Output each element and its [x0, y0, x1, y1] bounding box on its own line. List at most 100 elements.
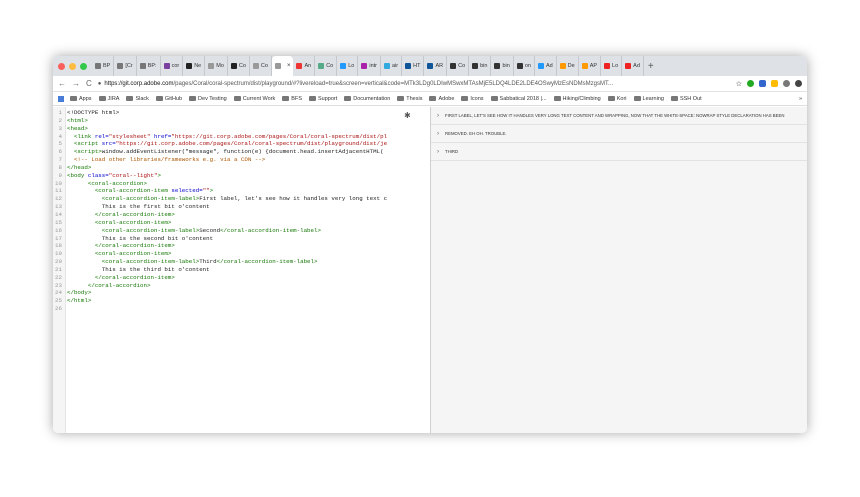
folder-icon	[461, 96, 469, 101]
tab-label: Co	[238, 63, 246, 69]
tab-19[interactable]: on	[514, 56, 535, 76]
reload-icon[interactable]: C	[86, 79, 92, 88]
bookmark-label: Support	[318, 95, 338, 102]
bookmark-item[interactable]: Support	[309, 96, 337, 102]
address-bar[interactable]: ● https://git.corp.adobe.com/pages/Coral…	[98, 78, 730, 90]
tab-10[interactable]: Co	[315, 56, 338, 76]
bookmark-item[interactable]: Sabbatical 2018 |...	[490, 95, 547, 102]
code-token: <coral-accordion-item>	[67, 250, 172, 258]
extension-icon-blue[interactable]	[759, 80, 766, 87]
code-line: 21 This is the third bit o'content	[53, 266, 387, 274]
bookmark-label: Current Work	[242, 95, 276, 102]
bookmark-item[interactable]: BFS	[282, 96, 302, 102]
tab-18[interactable]: bin	[491, 56, 514, 76]
tab-24[interactable]: Ad	[622, 56, 644, 76]
tab-2[interactable]: BP:	[137, 56, 161, 76]
tab-9[interactable]: An	[293, 56, 316, 76]
accordion-item[interactable]: › THIRD	[431, 143, 807, 161]
star-icon[interactable]: ☆	[736, 80, 742, 88]
bookmark-label: Sabbatical 2018 |...	[499, 95, 547, 102]
bookmark-item[interactable]: Icons	[461, 96, 484, 102]
tab-23[interactable]: Lo	[601, 56, 623, 76]
code-line: 16 <coral-accordion-item-label>Second</c…	[53, 227, 387, 235]
code-line: 14 </coral-accordion-item>	[53, 211, 387, 219]
code-text: </coral-accordion-item>	[64, 211, 175, 219]
profile-avatar[interactable]	[795, 80, 802, 87]
close-tab-icon[interactable]: ×	[287, 63, 291, 69]
new-tab-button[interactable]: +	[644, 61, 658, 72]
gear-icon[interactable]: ✱	[404, 111, 411, 120]
tab-22[interactable]: AP	[579, 56, 602, 76]
bookmark-item[interactable]: Slack	[126, 96, 149, 102]
tab-4[interactable]: Ne	[183, 56, 206, 76]
bookmark-item[interactable]: Thesis	[397, 96, 422, 102]
chevron-right-icon: ›	[437, 130, 439, 137]
bookmark-label: Adobe	[438, 95, 455, 102]
bookmark-item[interactable]: JIRA	[98, 96, 119, 102]
line-number: 4	[58, 132, 62, 140]
tab-11[interactable]: Lo	[337, 56, 359, 76]
bookmark-item[interactable]: Learning	[633, 96, 664, 102]
line-number: 17	[55, 234, 62, 242]
folder-icon	[397, 96, 405, 101]
tab-5[interactable]: Mo	[205, 56, 228, 76]
tab-14[interactable]: HT	[402, 56, 425, 76]
apps-grid-icon[interactable]	[58, 95, 64, 102]
code-text: This is the first bit o'content	[64, 203, 210, 211]
bookmark-item[interactable]: Hiking/Climbing	[553, 96, 601, 102]
code-token: "stylesheet"	[108, 132, 154, 140]
maximize-window-button[interactable]	[80, 62, 87, 70]
code-editor[interactable]: 1 <!DOCTYPE html> 2 <html> 3 <head> 4 <link re…	[53, 107, 431, 433]
code-line: 13 This is the first bit o'content	[53, 203, 387, 211]
code-token: <!DOCTYPE html>	[67, 109, 120, 116]
folder-icon	[633, 96, 641, 101]
tab-16[interactable]: Co	[447, 56, 470, 76]
code-token: </coral-accordion>	[67, 281, 151, 289]
forward-icon[interactable]: →	[72, 79, 80, 88]
tab-label: cor	[171, 63, 180, 69]
tab-7[interactable]: Co	[250, 56, 272, 76]
tab-1[interactable]: [Cr	[114, 56, 137, 76]
favicon-icon	[383, 63, 390, 69]
back-icon[interactable]: ←	[58, 79, 66, 88]
tab-17[interactable]: bin	[469, 56, 492, 76]
code-text: </coral-accordion-item>	[64, 274, 175, 282]
folder-icon	[189, 96, 197, 101]
tab-6[interactable]: Co	[228, 56, 250, 76]
favicon-icon	[340, 63, 347, 69]
tab-15[interactable]: AR	[424, 56, 448, 76]
bookmark-label: GitHub	[164, 95, 183, 102]
code-line: 26	[53, 305, 387, 313]
accordion-item[interactable]: › FIRST LABEL, LET'S SEE HOW IT HANDLES V…	[431, 107, 807, 125]
code-line: 10 <coral-accordion>	[53, 180, 387, 188]
tab-3[interactable]: cor	[161, 56, 184, 76]
bookmark-item[interactable]: Adobe	[429, 96, 454, 102]
bookmark-item[interactable]: Documentation	[344, 96, 390, 102]
tab-12[interactable]: intr	[358, 56, 381, 76]
accordion-item[interactable]: › REMOVED. EH OH. TROUBLE.	[431, 125, 807, 143]
code-line: 5 <script src="https://git.corp.adobe.co…	[53, 140, 388, 148]
bookmark-item[interactable]: Current Work	[233, 95, 276, 102]
code-token: <html>	[67, 116, 88, 124]
line-number: 11	[55, 187, 62, 195]
tab-13[interactable]: air	[381, 56, 403, 76]
close-window-button[interactable]	[58, 62, 65, 70]
extension-icon-green[interactable]	[747, 80, 754, 87]
bookmark-item[interactable]: Kori	[607, 96, 627, 102]
extension-icon-gray[interactable]	[783, 80, 790, 87]
tab-8[interactable]: ×	[271, 56, 294, 76]
minimize-window-button[interactable]	[69, 62, 76, 70]
extension-icon-drive[interactable]	[771, 80, 778, 87]
bookmark-item[interactable]: SSH Out	[670, 96, 702, 102]
bookmark-item[interactable]: GitHub	[155, 95, 183, 102]
tab-0[interactable]: BP	[92, 56, 115, 76]
tab-21[interactable]: De	[557, 56, 579, 76]
bookmark-item[interactable]: Dev Testing	[189, 96, 227, 102]
tab-20[interactable]: Ad	[535, 56, 557, 76]
folder-icon	[607, 96, 615, 101]
folder-icon	[553, 96, 561, 101]
bookmarks-overflow[interactable]: »	[799, 96, 802, 102]
bookmark-item[interactable]: Apps	[70, 96, 92, 102]
accordion-item-label: REMOVED. EH OH. TROUBLE.	[445, 131, 507, 136]
code-line: 1 <!DOCTYPE html>	[53, 109, 387, 117]
